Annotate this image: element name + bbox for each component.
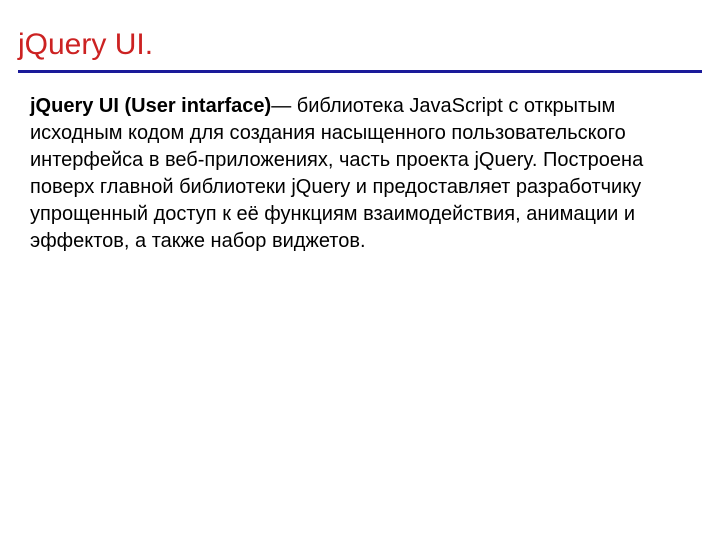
slide-container: jQuery UI. jQuery UI (User intarface)— б… — [0, 0, 720, 540]
slide-title: jQuery UI. — [18, 28, 702, 62]
title-divider — [18, 70, 702, 73]
body-text: — библиотека JavaScript с открытым исход… — [30, 95, 643, 252]
slide-body: jQuery UI (User intarface)— библиотека J… — [18, 93, 702, 255]
body-lead: jQuery UI (User intarface) — [30, 95, 271, 117]
